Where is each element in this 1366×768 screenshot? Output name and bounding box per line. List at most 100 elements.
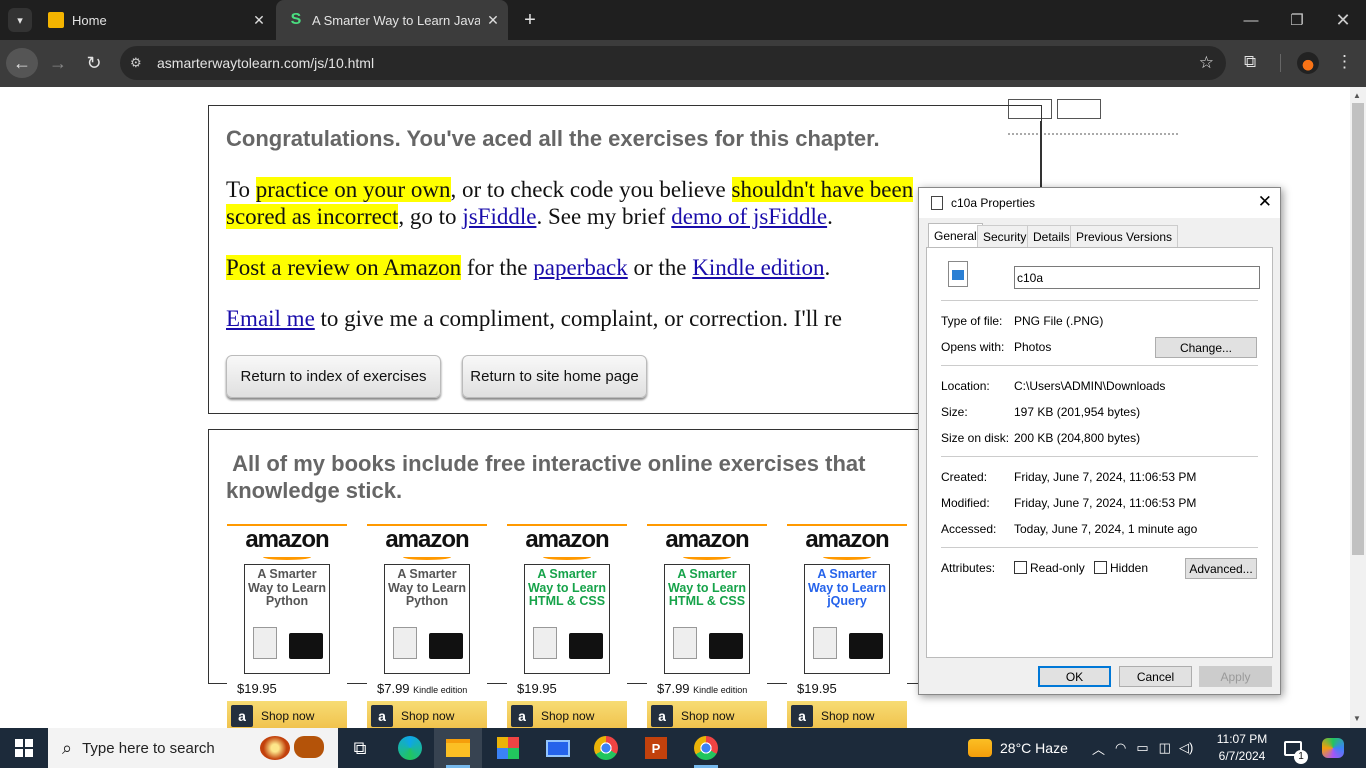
book-price: $7.99 Kindle edition — [657, 681, 748, 696]
tab-asmarterway[interactable]: S A Smarter Way to Learn JavaSc ✕ — [276, 0, 508, 40]
back-icon[interactable]: ← — [6, 48, 38, 78]
page-heading: Congratulations. You've aced all the exe… — [226, 126, 880, 151]
change-button[interactable]: Change... — [1155, 337, 1257, 358]
mail-icon[interactable] — [534, 728, 582, 768]
practice-paragraph: To practice on your own, or to check cod… — [226, 177, 914, 229]
site-settings-icon[interactable]: ⚙ — [130, 55, 150, 71]
jsfiddle-demo-link[interactable]: demo of jsFiddle — [671, 204, 827, 229]
book-cover[interactable]: A Smarter Way to Learn Python — [384, 564, 470, 674]
google-classroom-icon — [48, 12, 64, 28]
email-paragraph: Email me to give me a compliment, compla… — [226, 306, 843, 331]
file-explorer-icon[interactable] — [434, 728, 482, 768]
page-scrollbar[interactable]: ▲ ▼ — [1350, 87, 1366, 728]
powerpoint-icon[interactable]: P — [632, 728, 680, 768]
new-tab-button[interactable]: + — [516, 0, 544, 40]
amazon-smile-icon — [543, 554, 591, 560]
wifi-icon[interactable]: ◠ — [1115, 740, 1126, 756]
shop-now-button[interactable]: a Shop now — [507, 701, 627, 728]
readonly-checkbox[interactable] — [1014, 561, 1027, 574]
battery-icon[interactable]: ▭ — [1136, 740, 1148, 756]
notification-center[interactable]: 1 — [1284, 728, 1308, 768]
return-index-button[interactable]: Return to index of exercises — [226, 355, 441, 398]
shop-now-button[interactable]: a Shop now — [787, 701, 907, 728]
book-price: $19.95 — [797, 681, 837, 696]
reload-icon[interactable]: ↻ — [78, 48, 110, 78]
menu-icon[interactable]: ⋮ — [1336, 52, 1353, 72]
weather-widget[interactable]: 28°C Haze — [968, 728, 1068, 768]
document-icon — [813, 627, 837, 659]
tab-previous-versions[interactable]: Previous Versions — [1070, 225, 1179, 247]
book-card[interactable]: amazon A Smarter Way to Learn jQuery $19.9… — [787, 524, 907, 728]
filename-field[interactable] — [1014, 266, 1260, 289]
bookmark-star-icon[interactable]: ☆ — [1199, 53, 1214, 73]
hidden-checkbox[interactable] — [1094, 561, 1107, 574]
forward-icon[interactable]: → — [42, 48, 74, 78]
store-icon[interactable] — [484, 728, 532, 768]
scroll-up-icon[interactable]: ▲ — [1353, 91, 1361, 100]
advanced-button[interactable]: Advanced... — [1185, 558, 1257, 579]
windows-start-icon[interactable] — [0, 728, 48, 768]
haze-icon — [968, 739, 992, 757]
shop-now-button[interactable]: a Shop now — [647, 701, 767, 728]
email-me-link[interactable]: Email me — [226, 306, 315, 331]
shop-now-button[interactable]: a Shop now — [367, 701, 487, 728]
book-card[interactable]: amazon A Smarter Way to Learn HTML & CSS $… — [507, 524, 627, 728]
chrome-profile-icon[interactable] — [682, 728, 730, 768]
edge-icon[interactable] — [386, 728, 434, 768]
cancel-button[interactable]: Cancel — [1119, 666, 1192, 687]
volume-icon[interactable]: ◁) — [1179, 740, 1193, 756]
book-cover[interactable]: A Smarter Way to Learn HTML & CSS — [664, 564, 750, 674]
chevron-up-icon[interactable]: ︿ — [1092, 739, 1105, 758]
png-file-icon — [948, 261, 968, 287]
book-cover[interactable]: A Smarter Way to Learn jQuery — [804, 564, 890, 674]
document-icon — [253, 627, 277, 659]
search-icon: ⌕ — [62, 737, 73, 758]
tab-general[interactable]: General — [928, 223, 983, 248]
book-cover[interactable]: A Smarter Way to Learn Python — [244, 564, 330, 674]
avatar[interactable] — [1297, 52, 1319, 74]
book-cover[interactable]: A Smarter Way to Learn HTML & CSS — [524, 564, 610, 674]
scrollbar-thumb[interactable] — [1352, 103, 1364, 555]
laptop-icon — [289, 633, 323, 659]
congrats-panel: Congratulations. You've aced all the exe… — [208, 105, 1042, 414]
paperback-link[interactable]: paperback — [533, 255, 628, 280]
document-icon — [673, 627, 697, 659]
file-icon — [931, 196, 943, 210]
kindle-edition-link[interactable]: Kindle edition — [692, 255, 824, 280]
clock[interactable]: 11:07 PM 6/7/2024 — [1214, 731, 1270, 765]
site-favicon-icon: S — [288, 12, 304, 28]
tab-home[interactable]: Home ✕ — [36, 0, 274, 40]
tab-search-button[interactable]: ▾ — [8, 8, 32, 32]
shop-now-button[interactable]: a Shop now — [227, 701, 347, 728]
tab-security[interactable]: Security — [977, 225, 1033, 247]
close-tab-icon[interactable]: ✕ — [484, 11, 502, 29]
laptop-icon — [709, 633, 743, 659]
minimize-icon[interactable]: — — [1228, 0, 1274, 40]
book-price: $7.99 Kindle edition — [377, 681, 468, 696]
ok-button[interactable]: OK — [1038, 666, 1111, 687]
scroll-down-icon[interactable]: ▼ — [1353, 714, 1361, 723]
jsfiddle-link[interactable]: jsFiddle — [462, 204, 536, 229]
apply-button[interactable]: Apply — [1199, 666, 1272, 687]
close-icon[interactable]: ✕ — [1258, 192, 1272, 212]
small-box-button[interactable] — [1057, 99, 1101, 119]
extensions-icon[interactable]: ⧉ — [1244, 52, 1256, 72]
close-tab-icon[interactable]: ✕ — [250, 11, 268, 29]
return-home-button[interactable]: Return to site home page — [462, 355, 647, 398]
task-view-icon[interactable]: ⧉ — [336, 728, 384, 768]
amazon-smile-icon — [683, 554, 731, 560]
book-card[interactable]: amazon A Smarter Way to Learn HTML & CSS $… — [647, 524, 767, 728]
amazon-logo: amazon — [525, 526, 609, 553]
address-bar[interactable]: ⚙ asmarterwaytolearn.com/js/10.html ☆ — [120, 46, 1226, 80]
book-cover-title: A Smarter Way to Learn jQuery — [807, 567, 887, 608]
book-card[interactable]: amazon A Smarter Way to Learn Python $19.9… — [227, 524, 347, 728]
dialog-titlebar[interactable]: c10a Properties ✕ — [919, 188, 1280, 218]
book-card[interactable]: amazon A Smarter Way to Learn Python $7.99… — [367, 524, 487, 728]
restore-icon[interactable]: ❐ — [1274, 0, 1320, 40]
network-icon[interactable]: ◫ — [1159, 740, 1171, 756]
close-window-icon[interactable]: ✕ — [1320, 0, 1366, 40]
taskbar-search-box[interactable]: ⌕ Type here to search — [48, 728, 338, 768]
chrome-icon[interactable] — [582, 728, 630, 768]
tab-details[interactable]: Details — [1027, 225, 1076, 247]
copilot-icon[interactable] — [1322, 728, 1344, 768]
